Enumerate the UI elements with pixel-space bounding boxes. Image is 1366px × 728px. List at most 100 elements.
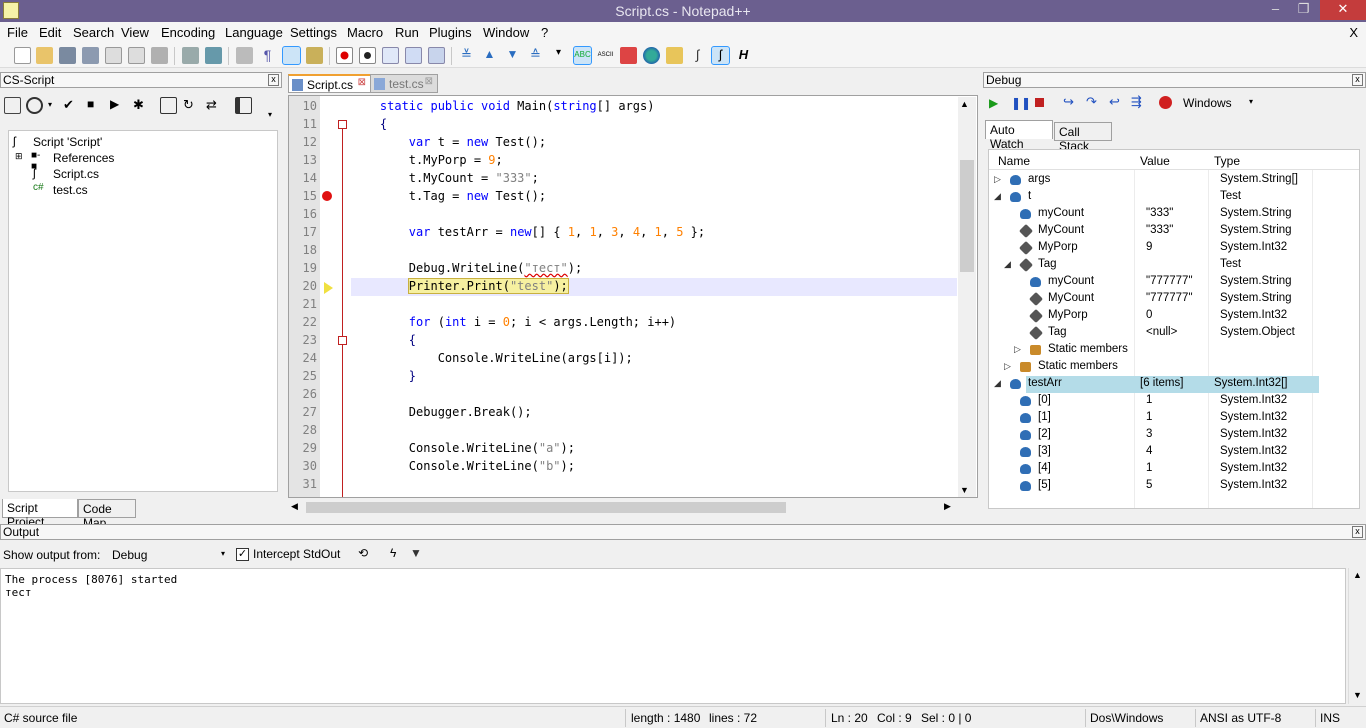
- scroll-left-icon[interactable]: ◀: [291, 501, 298, 512]
- menu-plugins[interactable]: Plugins: [429, 25, 472, 40]
- menu-file[interactable]: File: [7, 25, 28, 40]
- expand-all-icon[interactable]: ≙: [527, 47, 544, 64]
- replace-icon[interactable]: [205, 47, 222, 64]
- go-icon[interactable]: ▶: [989, 96, 998, 110]
- hex-editor-icon[interactable]: H: [735, 47, 752, 64]
- history-icon[interactable]: [26, 97, 43, 114]
- intercept-stdout-checkbox[interactable]: ✓: [236, 548, 249, 561]
- menu-help[interactable]: ?: [541, 25, 548, 40]
- scroll-down-icon[interactable]: ▼: [960, 485, 969, 495]
- new-file-icon[interactable]: [14, 47, 31, 64]
- check-icon[interactable]: ✔: [63, 97, 80, 114]
- menu-settings[interactable]: Settings: [290, 25, 337, 40]
- tab-test-cs[interactable]: test.cs ⊠: [370, 74, 438, 93]
- save-macro-icon[interactable]: [428, 47, 445, 64]
- watch-row[interactable]: myCount "777777" System.String: [989, 274, 1359, 291]
- menu-edit[interactable]: Edit: [39, 25, 61, 40]
- maximize-icon[interactable]: ❐: [1290, 0, 1317, 20]
- scroll-up-icon[interactable]: ▲: [1353, 570, 1362, 580]
- tree-item-references[interactable]: References: [53, 151, 114, 165]
- pilcrow-icon[interactable]: ¶: [259, 47, 276, 64]
- watch-row[interactable]: [0] 1 System.Int32: [989, 393, 1359, 410]
- scroll-up-icon[interactable]: ▲: [960, 99, 969, 109]
- collapse-icon[interactable]: ◢: [994, 191, 1001, 202]
- tab-close-icon[interactable]: ⊠: [425, 76, 433, 87]
- run-to-cursor-icon[interactable]: ⇶: [1131, 94, 1142, 110]
- layout-icon[interactable]: [235, 97, 252, 114]
- tab-code-map[interactable]: Code Map: [78, 499, 136, 530]
- watch-row[interactable]: [4] 1 System.Int32: [989, 461, 1359, 478]
- step-over-icon[interactable]: ↷: [1086, 94, 1097, 110]
- indent-guide-icon[interactable]: [282, 46, 301, 65]
- globe-icon[interactable]: [643, 47, 660, 64]
- close-panel-icon[interactable]: x: [1352, 74, 1363, 86]
- watch-row[interactable]: [5] 5 System.Int32: [989, 478, 1359, 495]
- scroll-right-icon[interactable]: ▶: [944, 501, 951, 512]
- scroll-thumb[interactable]: [306, 502, 786, 513]
- cs-script-icon[interactable]: ʃ: [711, 46, 730, 65]
- menu-view[interactable]: View: [121, 25, 149, 40]
- close-file-icon[interactable]: [105, 47, 122, 64]
- sync-arrows-icon[interactable]: ⇄: [206, 97, 223, 114]
- breakpoint-icon[interactable]: [322, 191, 332, 201]
- play-macro-icon[interactable]: [382, 47, 399, 64]
- save-icon[interactable]: [59, 47, 76, 64]
- editor-horizontal-scrollbar[interactable]: ◀ ▶: [288, 499, 958, 516]
- doc-map-icon[interactable]: [306, 47, 323, 64]
- watch-row[interactable]: MyPorp 0 System.Int32: [989, 308, 1359, 325]
- record-macro-icon[interactable]: [336, 47, 353, 64]
- save-all-icon[interactable]: [82, 47, 99, 64]
- dropdown-arrow-icon[interactable]: ▾: [550, 47, 567, 64]
- chevron-down-icon[interactable]: ▾: [221, 549, 225, 558]
- menu-window[interactable]: Window: [483, 25, 529, 40]
- expand-icon[interactable]: ▷: [1014, 344, 1021, 355]
- column-value[interactable]: Value: [1140, 154, 1170, 168]
- stop-macro-icon[interactable]: [359, 47, 376, 64]
- watch-row[interactable]: myCount "333" System.String: [989, 206, 1359, 223]
- clipboard-icon[interactable]: [620, 47, 637, 64]
- down-arrow-icon[interactable]: ▼: [504, 47, 521, 64]
- scroll-down-icon[interactable]: ▼: [1353, 690, 1362, 700]
- close-panel-icon[interactable]: x: [1352, 526, 1363, 538]
- output-text[interactable]: The process [8076] started тест: [0, 568, 1346, 704]
- tab-auto-watch[interactable]: Auto Watch: [985, 120, 1053, 151]
- output-source-select[interactable]: Debug ▾: [108, 545, 228, 564]
- windows-dropdown[interactable]: Windows: [1183, 96, 1232, 110]
- tree-item-test-cs[interactable]: test.cs: [53, 183, 88, 197]
- expand-icon[interactable]: ▷: [994, 174, 1001, 185]
- refresh-icon[interactable]: ↻: [183, 97, 200, 114]
- watch-row[interactable]: Tag <null> System.Object: [989, 325, 1359, 342]
- scroll-thumb[interactable]: [960, 160, 974, 272]
- menu-language[interactable]: Language: [225, 25, 283, 40]
- code-editor[interactable]: 10 11 12 13 14 15 16 17 18 19 20 21 22 2…: [288, 95, 978, 498]
- tab-script-cs[interactable]: Script.cs ⊠: [288, 74, 371, 93]
- run-macro-multiple-icon[interactable]: [405, 47, 422, 64]
- watch-row[interactable]: ◢ Tag Test: [989, 257, 1359, 274]
- close-panel-icon[interactable]: x: [268, 74, 279, 86]
- chevron-down-icon[interactable]: ▾: [1249, 97, 1253, 106]
- tree-item-script-cs[interactable]: Script.cs: [53, 167, 99, 181]
- load-script-icon[interactable]: [4, 97, 21, 114]
- stop-icon[interactable]: ■: [87, 97, 104, 114]
- watch-row[interactable]: [1] 1 System.Int32: [989, 410, 1359, 427]
- editor-vertical-scrollbar[interactable]: ▲ ▼: [958, 97, 976, 497]
- watch-row[interactable]: [2] 3 System.Int32: [989, 427, 1359, 444]
- find-icon[interactable]: [182, 47, 199, 64]
- step-out-icon[interactable]: ↩: [1109, 94, 1120, 110]
- watch-row[interactable]: MyCount "333" System.String: [989, 223, 1359, 240]
- expand-icon[interactable]: ▷: [1004, 361, 1011, 372]
- menu-macro[interactable]: Macro: [347, 25, 383, 40]
- collapse-icon[interactable]: ◢: [994, 378, 1001, 389]
- print-icon[interactable]: [151, 47, 168, 64]
- fold-toggle-icon[interactable]: [338, 120, 347, 129]
- pause-icon[interactable]: ❚❚: [1011, 96, 1031, 110]
- step-into-icon[interactable]: ↪: [1063, 94, 1074, 110]
- watch-row[interactable]: ▷ Static members: [989, 342, 1359, 359]
- output-icon[interactable]: [160, 97, 177, 114]
- sync-icon[interactable]: ∫: [689, 47, 706, 64]
- clear-output-icon[interactable]: ⟲: [358, 546, 368, 560]
- lightning-icon[interactable]: ϟ: [390, 546, 396, 560]
- menu-search[interactable]: Search: [73, 25, 114, 40]
- run-icon[interactable]: ▶: [110, 97, 127, 114]
- up-arrow-icon[interactable]: ▲: [481, 47, 498, 64]
